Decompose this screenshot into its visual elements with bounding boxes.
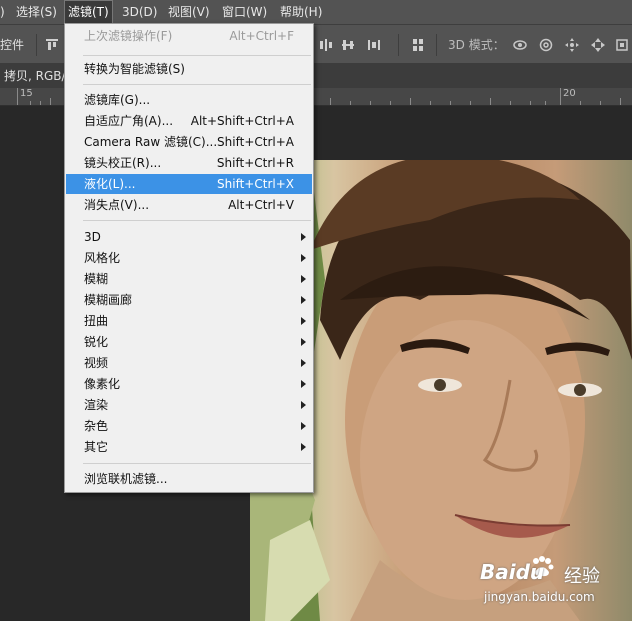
watermark-url: jingyan.baidu.com xyxy=(484,590,595,604)
ruler-tick xyxy=(350,101,351,105)
submenu-arrow-icon xyxy=(301,338,306,346)
menu-bar: ) 选择(S) 滤镜(T) 3D(D) 视图(V) 窗口(W) 帮助(H) xyxy=(0,0,632,24)
3d-mode-label: 3D 模式： xyxy=(448,38,505,52)
menu-item-video[interactable]: 视频 xyxy=(66,353,312,373)
ruler-tick xyxy=(370,101,371,105)
menu-window[interactable]: 窗口(W) xyxy=(222,0,267,24)
menu-item-distort[interactable]: 扭曲 xyxy=(66,311,312,331)
ruler-label: 20 xyxy=(563,88,576,99)
menu-item-camera-raw[interactable]: Camera Raw 滤镜(C)... Shift+Ctrl+A xyxy=(66,132,312,152)
menu-filter[interactable]: 滤镜(T) xyxy=(64,0,113,24)
3d-slide-icon[interactable] xyxy=(590,37,606,53)
submenu-arrow-icon xyxy=(301,443,306,451)
menu-item-noise[interactable]: 杂色 xyxy=(66,416,312,436)
menu-item-pixelate[interactable]: 像素化 xyxy=(66,374,312,394)
menu-item-sharpen[interactable]: 锐化 xyxy=(66,332,312,352)
3d-orbit-icon[interactable] xyxy=(512,37,528,53)
menu-separator xyxy=(83,84,311,85)
submenu-arrow-icon xyxy=(301,359,306,367)
3d-pan-icon[interactable] xyxy=(564,37,580,53)
submenu-arrow-icon xyxy=(301,380,306,388)
menu-separator xyxy=(83,55,311,56)
ruler-tick xyxy=(580,101,581,105)
divider xyxy=(398,34,399,56)
menu-select[interactable]: 选择(S) xyxy=(16,0,57,24)
menu-item-convert-smart-filter[interactable]: 转换为智能滤镜(S) xyxy=(66,59,312,79)
ruler-tick xyxy=(545,101,546,105)
menu-item-3d[interactable]: 3D xyxy=(66,227,312,247)
menu-3d[interactable]: 3D(D) xyxy=(122,0,157,24)
ruler-tick xyxy=(30,101,31,105)
distribute-right-icon[interactable] xyxy=(318,37,334,53)
auto-align-icon[interactable] xyxy=(410,37,426,53)
menu-item-render[interactable]: 渲染 xyxy=(66,395,312,415)
submenu-arrow-icon xyxy=(301,401,306,409)
menu-item-filter-gallery[interactable]: 滤镜库(G)... xyxy=(66,90,312,110)
menu-help[interactable]: 帮助(H) xyxy=(280,0,322,24)
3d-roll-icon[interactable] xyxy=(538,37,554,53)
menu-separator xyxy=(83,220,311,221)
ruler-tick xyxy=(530,101,531,105)
submenu-arrow-icon xyxy=(301,275,306,283)
ruler-tick xyxy=(50,98,51,105)
filter-menu-dropdown: 上次滤镜操作(F) Alt+Ctrl+F 转换为智能滤镜(S) 滤镜库(G)..… xyxy=(64,23,314,493)
ruler-tick xyxy=(620,98,621,105)
ruler-tick xyxy=(330,98,331,105)
align-top-icon[interactable] xyxy=(44,37,60,53)
3d-scale-icon[interactable] xyxy=(614,37,630,53)
menu-item-blur[interactable]: 模糊 xyxy=(66,269,312,289)
divider xyxy=(36,34,37,56)
menu-item-vanishing-point[interactable]: 消失点(V)... Alt+Ctrl+V xyxy=(66,195,312,215)
distribute-horizontal-icon[interactable] xyxy=(366,37,382,53)
menu-item-blur-gallery[interactable]: 模糊画廊 xyxy=(66,290,312,310)
baidu-watermark: Baidu 经验 jingyan.baidu.com xyxy=(462,550,627,610)
submenu-arrow-icon xyxy=(301,254,306,262)
submenu-arrow-icon xyxy=(301,422,306,430)
ruler-tick xyxy=(17,88,18,105)
ruler-tick xyxy=(560,88,561,105)
ruler-tick xyxy=(470,101,471,105)
controls-label: 控件 xyxy=(0,38,25,52)
document-tab[interactable]: 拷贝, RGB/ xyxy=(0,64,66,88)
menu-partial[interactable]: ) xyxy=(0,0,5,24)
menu-item-lens-correction[interactable]: 镜头校正(R)... Shift+Ctrl+R xyxy=(66,153,312,173)
menu-view[interactable]: 视图(V) xyxy=(168,0,210,24)
ruler-label: 15 xyxy=(20,88,33,99)
watermark-brand: Baidu xyxy=(480,560,545,584)
menu-item-browse-online-filters[interactable]: 浏览联机滤镜... xyxy=(66,469,312,489)
menu-item-liquify[interactable]: 液化(L)... Shift+Ctrl+X xyxy=(66,174,312,194)
ruler-tick xyxy=(450,101,451,105)
ruler-tick xyxy=(410,98,411,105)
ruler-tick xyxy=(490,98,491,105)
submenu-arrow-icon xyxy=(301,317,306,325)
distribute-center-icon[interactable] xyxy=(340,37,356,53)
ruler-tick xyxy=(430,101,431,105)
ruler-tick xyxy=(600,101,601,105)
watermark-brand-cn: 经验 xyxy=(564,566,600,587)
ruler-tick xyxy=(390,101,391,105)
submenu-arrow-icon xyxy=(301,296,306,304)
ruler-tick xyxy=(510,101,511,105)
submenu-arrow-icon xyxy=(301,233,306,241)
menu-item-last-filter: 上次滤镜操作(F) Alt+Ctrl+F xyxy=(84,29,294,43)
menu-item-other[interactable]: 其它 xyxy=(66,437,312,457)
menu-separator xyxy=(83,463,311,464)
ruler-tick xyxy=(40,101,41,105)
menu-item-adaptive-wide-angle[interactable]: 自适应广角(A)... Alt+Shift+Ctrl+A xyxy=(66,111,312,131)
menu-item-stylize[interactable]: 风格化 xyxy=(66,248,312,268)
divider xyxy=(436,34,437,56)
